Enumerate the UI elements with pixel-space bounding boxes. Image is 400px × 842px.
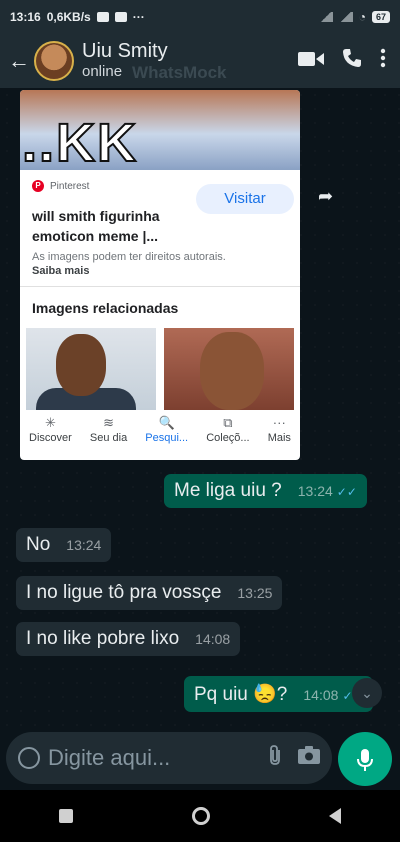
result-title[interactable]: will smith figurinha emoticon meme |... <box>32 206 192 246</box>
watermark: WhatsMock <box>132 62 227 82</box>
notification-icon <box>114 12 127 22</box>
signal-icon <box>318 12 333 22</box>
mic-icon <box>357 749 373 772</box>
battery-icon: 67 <box>371 11 390 23</box>
contact-info[interactable]: Uiu Smity online WhatsMock <box>82 40 227 83</box>
related-image[interactable] <box>164 328 294 410</box>
message-input-container <box>6 732 332 784</box>
asterisk-icon: ✳ <box>44 415 56 430</box>
attach-icon[interactable] <box>268 744 282 772</box>
rights-notice: As imagens podem ter direitos autorais. … <box>32 251 226 277</box>
back-button[interactable] <box>328 808 341 824</box>
divider <box>20 286 300 287</box>
collections-icon: ⧉ <box>223 415 233 430</box>
related-title: Imagens relacionadas <box>32 300 179 316</box>
message-text: Pq uiu 😓? <box>194 684 288 705</box>
scroll-down-button[interactable]: ⌄ <box>352 678 382 708</box>
message-bubble-in[interactable]: I no ligue tô pra vossçe 13:25 <box>16 576 283 610</box>
emoji-icon[interactable] <box>18 747 40 769</box>
message-text: Me liga uiu ? <box>174 480 282 501</box>
message-bubble-in[interactable]: I no like pobre lixo 14:08 <box>16 622 241 656</box>
message-bubble-out[interactable]: Me liga uiu ? 13:24 ✓✓ <box>164 474 367 508</box>
recents-button[interactable] <box>59 809 74 823</box>
signal-icon <box>338 12 353 22</box>
nav-more[interactable]: ··· Mais <box>268 416 291 452</box>
notification-icon <box>96 12 109 22</box>
updates-icon: ≋ <box>103 415 115 430</box>
message-time: 13:25 <box>237 585 273 601</box>
contact-name: Uiu Smity <box>82 39 168 62</box>
message-text: I no ligue tô pra vossçe <box>26 582 222 603</box>
chevron-down-icon: ⌄ <box>361 685 373 701</box>
more-horiz-icon: ··· <box>272 415 286 430</box>
source-label: Pinterest <box>50 180 90 192</box>
mic-button[interactable] <box>338 732 392 786</box>
message-text: No <box>26 534 51 555</box>
composer <box>0 728 400 790</box>
status-time: 13:16 <box>10 10 41 24</box>
read-ticks-icon: ✓✓ <box>336 485 357 499</box>
avatar[interactable] <box>34 41 74 81</box>
nav-search[interactable]: 🔍 Pesqui... <box>145 416 188 452</box>
image-message[interactable]: ..KK P Pinterest Visitar will smith figu… <box>20 90 300 460</box>
google-bottom-nav: ✳ Discover ≋ Seu dia 🔍 Pesqui... ⧉ Coleç… <box>20 416 300 452</box>
status-speed: 0,6KB/s <box>46 10 91 24</box>
message-time: 13:24 <box>66 537 102 553</box>
banner-text: ..KK <box>21 112 138 174</box>
home-button[interactable] <box>191 807 210 825</box>
video-call-icon[interactable] <box>298 50 324 73</box>
nav-discover[interactable]: ✳ Discover <box>29 416 72 452</box>
message-bubble-in[interactable]: No 13:24 <box>16 528 112 562</box>
message-text: I no like pobre lixo <box>26 628 180 649</box>
more-vert-icon[interactable] <box>380 48 386 74</box>
message-time: 14:08 <box>195 631 231 647</box>
related-image[interactable] <box>26 328 156 410</box>
nav-collections[interactable]: ⧉ Coleçõ... <box>206 416 249 452</box>
message-time: 13:24 <box>297 483 333 499</box>
message-bubble-out[interactable]: Pq uiu 😓? 14:08 ✓✓ <box>184 676 373 712</box>
message-input[interactable] <box>48 745 238 771</box>
nav-seu-dia[interactable]: ≋ Seu dia <box>90 416 127 452</box>
status-bar: 13:16 0,6KB/s ··· ◔ 67 <box>0 0 400 34</box>
learn-more-link[interactable]: Saiba mais <box>32 265 89 277</box>
system-nav-bar <box>0 790 400 842</box>
arrow-left-icon[interactable]: ← <box>8 48 30 74</box>
camera-icon[interactable] <box>298 746 320 770</box>
chat-area[interactable]: ..KK P Pinterest Visitar will smith figu… <box>0 88 400 728</box>
chat-header: ← Uiu Smity online WhatsMock <box>0 34 400 88</box>
banner-image: ..KK <box>20 90 300 174</box>
forward-icon[interactable]: ➦ <box>318 186 333 207</box>
wifi-icon: ◔ <box>358 10 366 24</box>
visit-button[interactable]: Visitar <box>196 184 294 214</box>
phone-icon[interactable] <box>342 48 362 74</box>
search-icon: 🔍 <box>158 415 175 430</box>
message-time: 14:08 <box>303 687 339 703</box>
pinterest-icon: P <box>32 180 44 192</box>
contact-status: online <box>82 62 123 80</box>
status-more: ··· <box>132 10 145 24</box>
